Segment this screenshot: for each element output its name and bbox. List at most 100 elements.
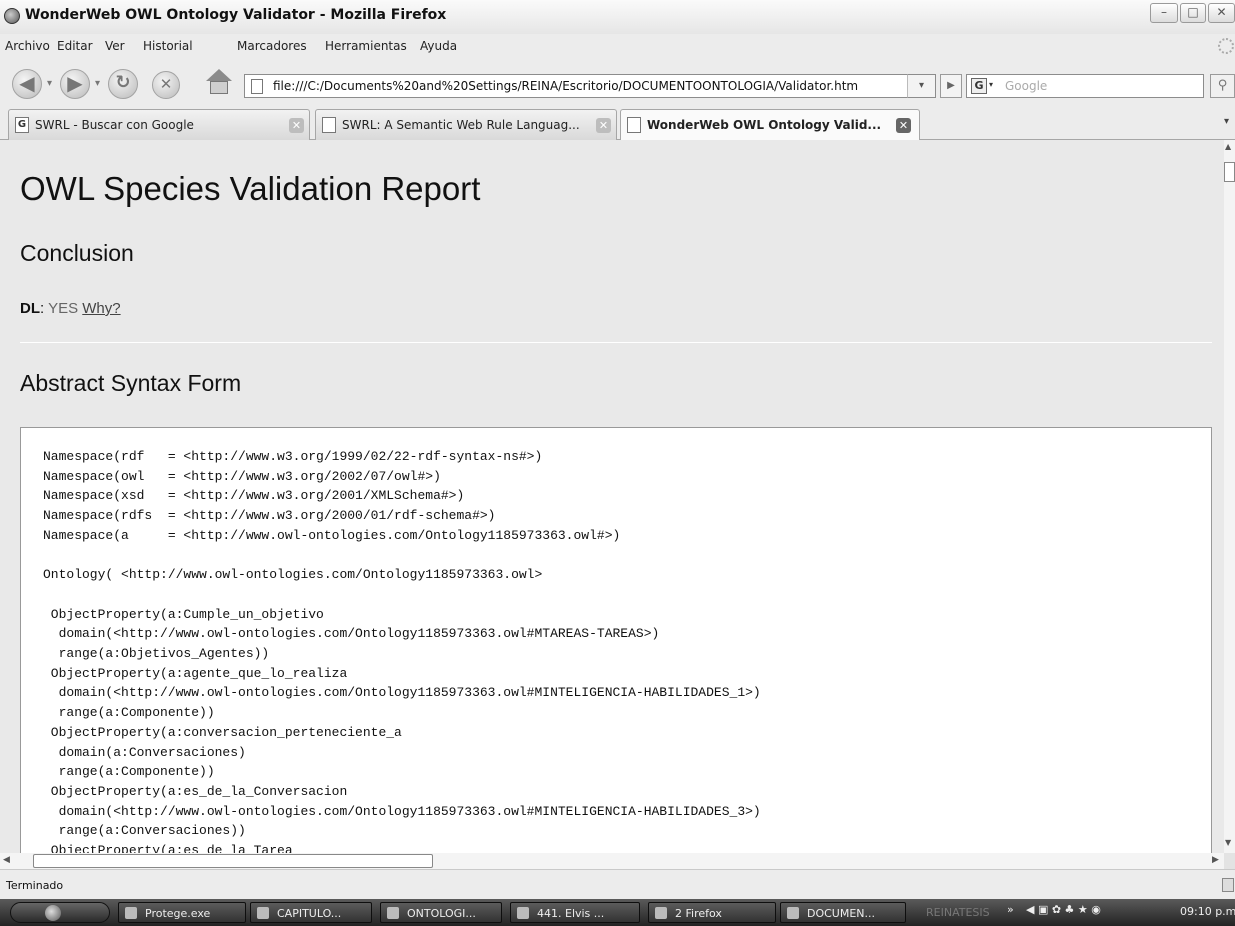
windows-taskbar: Protege.exe CAPITULO... ONTOLOGI... 441.…: [0, 899, 1235, 926]
tab-wonderweb-validator[interactable]: WonderWeb OWL Ontology Valid... ✕: [620, 109, 920, 141]
page-favicon-icon: [322, 117, 336, 133]
forward-history-dropdown[interactable]: ▾: [95, 78, 100, 89]
list-all-tabs-icon[interactable]: ▾: [1224, 116, 1229, 127]
code-line: range(a:Objetivos_Agentes)): [43, 646, 270, 661]
close-icon: ✕: [1216, 5, 1227, 19]
code-line: domain(<http://www.owl-ontologies.com/On…: [43, 803, 761, 819]
maximize-button[interactable]: □: [1180, 3, 1206, 23]
media-player-icon: [517, 907, 529, 919]
windows-logo-icon: [45, 905, 61, 921]
taskbar-item-capitulo[interactable]: CAPITULO...: [250, 902, 372, 923]
status-text: Terminado: [6, 879, 64, 892]
tab-close-icon[interactable]: ✕: [896, 118, 911, 133]
minimize-button[interactable]: –: [1150, 3, 1178, 23]
code-line: range(a:Componente)): [43, 705, 215, 721]
close-button[interactable]: ✕: [1208, 3, 1235, 23]
stop-icon: ✕: [159, 75, 173, 93]
menu-bar: Archivo Editar Ver Historial Marcadores …: [0, 34, 1235, 60]
search-engine-dropdown-icon[interactable]: ▾: [989, 80, 993, 89]
tab-label: WonderWeb OWL Ontology Valid...: [647, 118, 882, 132]
menu-marcadores[interactable]: Marcadores: [237, 39, 307, 53]
code-line: Namespace(rdfs = <http://www.w3.org/2000…: [43, 508, 496, 524]
url-bar[interactable]: file:///C:/Documents%20and%20Settings/RE…: [244, 74, 936, 98]
vertical-scroll-thumb[interactable]: [1224, 162, 1235, 182]
code-line: domain(<http://www.owl-ontologies.com/On…: [43, 685, 761, 701]
forward-button[interactable]: ▶: [60, 69, 90, 99]
home-button[interactable]: [206, 69, 232, 95]
taskbar-item-reinatesis[interactable]: REINATESIS: [912, 902, 1000, 923]
forward-arrow-icon: ▶: [67, 71, 83, 95]
scroll-up-icon[interactable]: ▲: [1225, 142, 1231, 151]
status-bar: Terminado: [0, 869, 1235, 899]
menu-historial[interactable]: Historial: [143, 39, 193, 53]
reload-button[interactable]: ↻: [108, 69, 138, 99]
tab-swrl-rule-language[interactable]: SWRL: A Semantic Web Rule Languag... ✕: [315, 109, 617, 140]
chevron-down-icon: ▾: [918, 80, 925, 91]
code-line: ObjectProperty(a:es_de_la_Tarea: [43, 843, 293, 853]
taskbar-item-documen[interactable]: DOCUMEN...: [780, 902, 906, 923]
tab-close-icon[interactable]: ✕: [596, 118, 611, 133]
code-line: range(a:Componente)): [43, 764, 215, 780]
tray-expand-icon[interactable]: »: [1007, 903, 1014, 916]
taskbar-item-firefox[interactable]: 2 Firefox: [648, 902, 776, 923]
back-button[interactable]: ◀: [12, 69, 42, 99]
back-history-dropdown[interactable]: ▾: [47, 78, 52, 89]
menu-ver[interactable]: Ver: [105, 39, 125, 53]
code-line: Namespace(xsd = <http://www.w3.org/2001/…: [43, 488, 465, 504]
scroll-right-icon[interactable]: ▶: [1212, 855, 1219, 865]
tab-swrl-google[interactable]: G SWRL - Buscar con Google ✕: [8, 109, 310, 140]
vertical-scrollbar[interactable]: ▲ ▼: [1224, 140, 1235, 853]
tab-label: SWRL - Buscar con Google: [35, 118, 194, 132]
magnifier-icon: ⚲: [1217, 78, 1228, 93]
folder-icon: [787, 907, 799, 919]
word-document-icon: [257, 907, 269, 919]
abstract-syntax-heading: Abstract Syntax Form: [20, 370, 242, 396]
abstract-syntax-code-block: Namespace(rdf = <http://www.w3.org/1999/…: [20, 427, 1212, 853]
page-favicon-icon: [627, 117, 641, 133]
tab-strip: G SWRL - Buscar con Google ✕ SWRL: A Sem…: [0, 106, 1235, 141]
taskbar-clock[interactable]: 09:10 p.m.: [1180, 905, 1235, 918]
scroll-left-icon[interactable]: ◀: [3, 855, 10, 865]
stop-button[interactable]: ✕: [152, 71, 180, 99]
menu-ayuda[interactable]: Ayuda: [420, 39, 457, 53]
why-link[interactable]: Why?: [82, 300, 120, 317]
code-line: ObjectProperty(a:Cumple_un_objetivo: [43, 606, 324, 622]
scroll-down-icon[interactable]: ▼: [1225, 838, 1231, 847]
go-button[interactable]: ▶: [940, 74, 962, 98]
page-content: OWL Species Validation Report Conclusion…: [0, 140, 1224, 853]
taskbar-item-ontologi[interactable]: ONTOLOGI...: [380, 902, 502, 923]
code-line: Namespace(a = <http://www.owl-ontologies…: [43, 527, 621, 543]
horizontal-scroll-thumb[interactable]: [33, 854, 433, 868]
back-arrow-icon: ◀: [19, 71, 35, 95]
firefox-logo-icon: [4, 8, 20, 24]
code-line: Ontology( <http://www.owl-ontologies.com…: [43, 567, 543, 583]
tab-close-icon[interactable]: ✕: [289, 118, 304, 133]
menu-archivo[interactable]: Archivo: [5, 39, 50, 53]
navigation-toolbar: ◀ ▾ ▶ ▾ ↻ ✕ file:///C:/Documents%20and%2…: [0, 60, 1235, 106]
search-engine-icon[interactable]: G: [971, 78, 987, 94]
horizontal-scrollbar[interactable]: ◀ ▶: [0, 853, 1224, 869]
tab-label: SWRL: A Semantic Web Rule Languag...: [342, 118, 580, 132]
search-bar[interactable]: G ▾ Google: [966, 74, 1204, 98]
url-history-dropdown[interactable]: ▾: [907, 74, 936, 98]
search-button[interactable]: ⚲: [1210, 74, 1235, 98]
go-arrow-icon: ▶: [947, 80, 955, 91]
code-line: ObjectProperty(a:conversacion_pertenecie…: [43, 724, 402, 740]
dl-value: YES: [48, 300, 79, 317]
taskbar-item-elvis[interactable]: 441. Elvis ...: [510, 902, 640, 923]
divider: [20, 342, 1212, 343]
status-addon-icon[interactable]: [1222, 878, 1234, 892]
code-line: ObjectProperty(a:agente_que_lo_realiza: [43, 665, 348, 681]
code-line: Namespace(owl = <http://www.w3.org/2002/…: [43, 468, 441, 484]
search-placeholder[interactable]: Google: [1005, 79, 1047, 93]
taskbar-item-protege[interactable]: Protege.exe: [118, 902, 246, 923]
url-text[interactable]: file:///C:/Documents%20and%20Settings/RE…: [273, 79, 858, 93]
menu-editar[interactable]: Editar: [57, 39, 93, 53]
scrollbar-corner: [1224, 853, 1235, 869]
start-button[interactable]: [10, 902, 110, 923]
home-icon: [206, 69, 232, 81]
page-icon: [251, 79, 263, 94]
tray-icons[interactable]: ◀ ▣ ✿ ♣ ★ ◉: [1026, 903, 1101, 916]
menu-herramientas[interactable]: Herramientas: [325, 39, 407, 53]
activity-throbber-icon: [1218, 38, 1234, 54]
